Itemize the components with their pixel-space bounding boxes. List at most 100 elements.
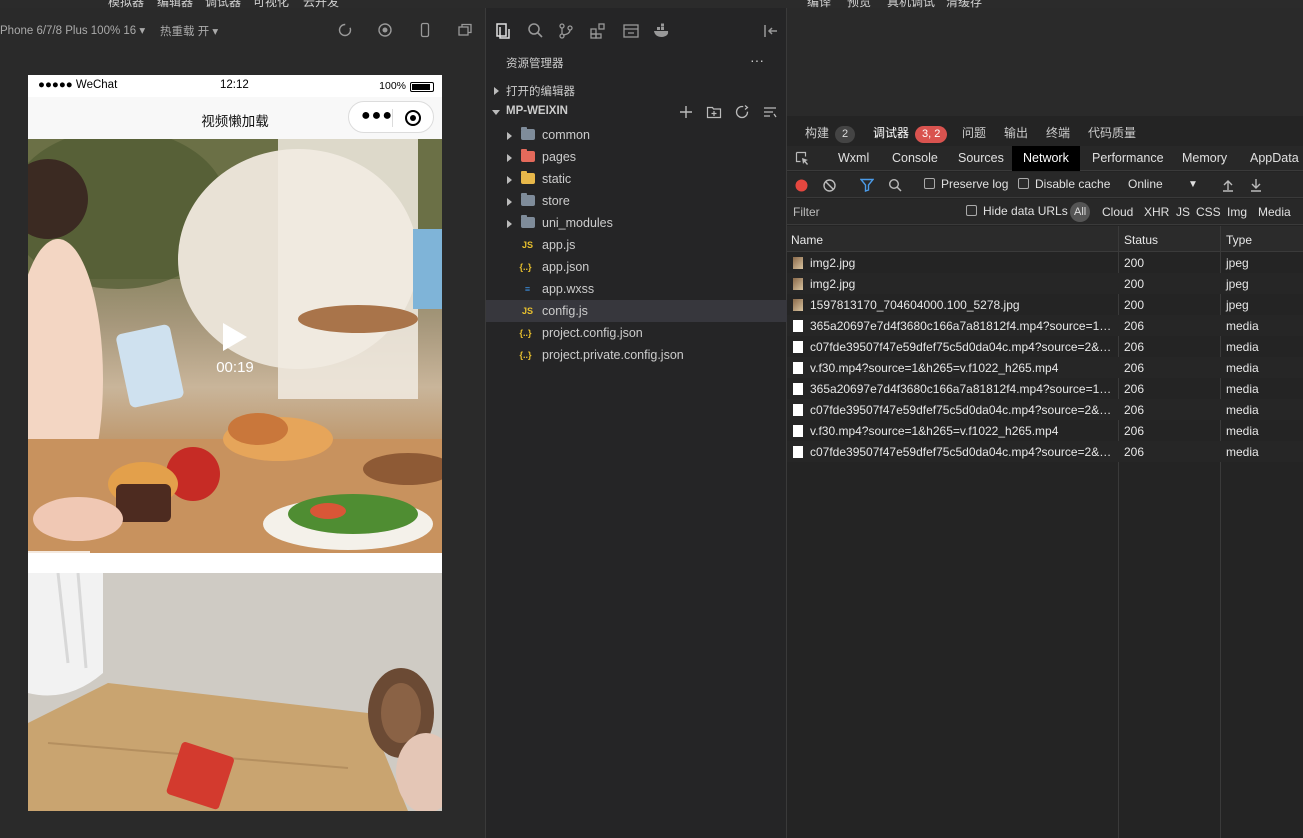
rotate-icon[interactable]	[337, 22, 353, 38]
folder-static[interactable]: static	[486, 168, 787, 190]
file-project-config-json[interactable]: {..} project.config.json	[486, 322, 787, 344]
disable-cache-checkbox[interactable]: Disable cache	[1018, 177, 1110, 191]
editor-area	[787, 8, 1303, 116]
tab-build[interactable]: 构建 2	[805, 124, 856, 143]
menu-real-device-debug[interactable]: 真机调试	[887, 0, 935, 8]
folder-pages[interactable]: pages	[486, 146, 787, 168]
tab-console[interactable]: Console	[892, 146, 938, 171]
docker-icon[interactable]	[653, 22, 671, 40]
import-har-icon[interactable]	[1222, 178, 1234, 192]
storage-icon[interactable]	[622, 22, 640, 40]
chevron-down-icon[interactable]: ▼	[1188, 179, 1198, 190]
hide-data-urls-checkbox[interactable]: Hide data URLs	[966, 204, 1068, 218]
file-app-js[interactable]: JS app.js	[486, 234, 787, 256]
network-filter-bar: Filter Hide data URLs All Cloud XHR JS C…	[787, 199, 1303, 225]
inspect-element-icon[interactable]	[795, 151, 810, 166]
source-control-icon[interactable]	[557, 22, 575, 40]
filter-cloud[interactable]: Cloud	[1102, 205, 1133, 219]
search-icon[interactable]	[526, 22, 544, 40]
filter-all-chip[interactable]: All	[1070, 202, 1091, 222]
filter-media[interactable]: Media	[1258, 205, 1291, 219]
explorer-more-button[interactable]: ···	[750, 52, 764, 68]
filter-js[interactable]: JS	[1176, 205, 1190, 219]
tab-code-quality[interactable]: 代码质量	[1088, 124, 1136, 141]
file-app-wxss[interactable]: ≡ app.wxss	[486, 278, 787, 300]
filter-xhr[interactable]: XHR	[1144, 205, 1169, 219]
table-row[interactable]: v.f30.mp4?source=1&h265=v.f1022_h265.mp4…	[787, 357, 1303, 378]
menu-clear-cache[interactable]: 清缓存	[946, 0, 982, 8]
wechat-capsule-menu[interactable]: ●●●	[348, 101, 434, 133]
open-editors-section[interactable]: 打开的编辑器	[486, 79, 787, 101]
folder-common[interactable]: common	[486, 124, 787, 146]
phone-status-bar: ●●●●● WeChat 12:12 100%	[28, 75, 442, 97]
table-row[interactable]: c07fde39507f47e59dfef75c5d0da04c.mp4?sou…	[787, 336, 1303, 357]
column-type[interactable]: Type	[1226, 233, 1252, 247]
tab-debugger[interactable]: 调试器 3, 2	[873, 124, 948, 143]
menu-debugger[interactable]: 调试器	[205, 0, 241, 8]
video-player-1[interactable]: 00:19	[28, 139, 442, 553]
menu-editor[interactable]: 编辑器	[157, 0, 193, 8]
extensions-icon[interactable]	[589, 22, 607, 40]
menu-compile[interactable]: 编译	[807, 0, 831, 8]
menu-simulator[interactable]: 模拟器	[108, 0, 144, 8]
tab-network[interactable]: Network	[1012, 146, 1080, 171]
request-name: v.f30.mp4?source=1&h265=v.f1022_h265.mp4	[810, 424, 1059, 438]
table-row[interactable]: 365a20697e7d4f3680c166a7a81812f4.mp4?sou…	[787, 315, 1303, 336]
project-root[interactable]: MP-WEIXIN	[486, 101, 787, 123]
filter-img[interactable]: Img	[1227, 205, 1247, 219]
clear-icon[interactable]	[823, 179, 836, 192]
folder-uni-modules[interactable]: uni_modules	[486, 212, 787, 234]
table-row[interactable]: 1597813170_704604000.100_5278.jpg 200 jpeg	[787, 294, 1303, 315]
tab-appdata[interactable]: AppData	[1250, 146, 1299, 171]
play-icon[interactable]	[223, 323, 247, 351]
column-status[interactable]: Status	[1124, 233, 1158, 247]
detach-window-icon[interactable]	[457, 22, 473, 38]
filter-input[interactable]: Filter	[793, 205, 820, 219]
hot-reload-toggle[interactable]: 热重载 开 ▾	[160, 23, 218, 39]
close-miniprogram-icon[interactable]	[405, 110, 421, 126]
simulator-pane: Phone 6/7/8 Plus 100% 16 ▾ 热重载 开 ▾ ●●●●●…	[0, 8, 486, 838]
menu-preview[interactable]: 预览	[847, 0, 871, 8]
file-project-private-config-json[interactable]: {..} project.private.config.json	[486, 344, 787, 366]
tab-sources[interactable]: Sources	[958, 146, 1004, 171]
tab-problems[interactable]: 问题	[962, 124, 986, 141]
chevron-right-icon	[507, 176, 512, 184]
tab-wxml[interactable]: Wxml	[838, 146, 869, 171]
preserve-log-checkbox[interactable]: Preserve log	[924, 177, 1008, 191]
throttle-select[interactable]: Online	[1128, 177, 1163, 191]
table-row[interactable]: 365a20697e7d4f3680c166a7a81812f4.mp4?sou…	[787, 378, 1303, 399]
record-icon[interactable]	[377, 22, 393, 38]
table-row[interactable]: img2.jpg 200 jpeg	[787, 252, 1303, 273]
folder-store[interactable]: store	[486, 190, 787, 212]
files-icon[interactable]	[494, 22, 512, 40]
collapse-panel-icon[interactable]	[762, 22, 780, 40]
new-folder-icon[interactable]	[706, 104, 722, 120]
phone-icon[interactable]	[417, 22, 433, 38]
file-app-json[interactable]: {..} app.json	[486, 256, 787, 278]
request-name: 365a20697e7d4f3680c166a7a81812f4.mp4?sou…	[810, 319, 1115, 333]
video-player-2[interactable]	[28, 573, 442, 811]
table-row[interactable]: c07fde39507f47e59dfef75c5d0da04c.mp4?sou…	[787, 399, 1303, 420]
menu-cloud[interactable]: 云开发	[303, 0, 339, 8]
table-row[interactable]: v.f30.mp4?source=1&h265=v.f1022_h265.mp4…	[787, 420, 1303, 441]
tab-output[interactable]: 输出	[1004, 124, 1028, 141]
filter-css[interactable]: CSS	[1196, 205, 1221, 219]
filter-icon[interactable]	[860, 178, 874, 192]
tab-performance[interactable]: Performance	[1092, 146, 1164, 171]
record-stop-icon[interactable]	[795, 179, 808, 192]
refresh-icon[interactable]	[734, 104, 750, 120]
new-file-icon[interactable]	[678, 104, 694, 120]
more-dots-icon[interactable]: ●●●	[361, 108, 393, 124]
table-row[interactable]: c07fde39507f47e59dfef75c5d0da04c.mp4?sou…	[787, 441, 1303, 462]
column-name[interactable]: Name	[791, 233, 823, 247]
file-config-js[interactable]: JS config.js	[486, 300, 787, 322]
search-icon[interactable]	[888, 178, 902, 192]
device-select[interactable]: Phone 6/7/8 Plus 100% 16 ▾	[0, 23, 145, 37]
menu-visual[interactable]: 可视化	[253, 0, 289, 8]
tab-terminal[interactable]: 终端	[1046, 124, 1070, 141]
export-har-icon[interactable]	[1250, 178, 1262, 192]
request-type: media	[1226, 445, 1259, 459]
table-row[interactable]: img2.jpg 200 jpeg	[787, 273, 1303, 294]
collapse-all-icon[interactable]	[762, 104, 778, 120]
tab-memory[interactable]: Memory	[1182, 146, 1227, 171]
